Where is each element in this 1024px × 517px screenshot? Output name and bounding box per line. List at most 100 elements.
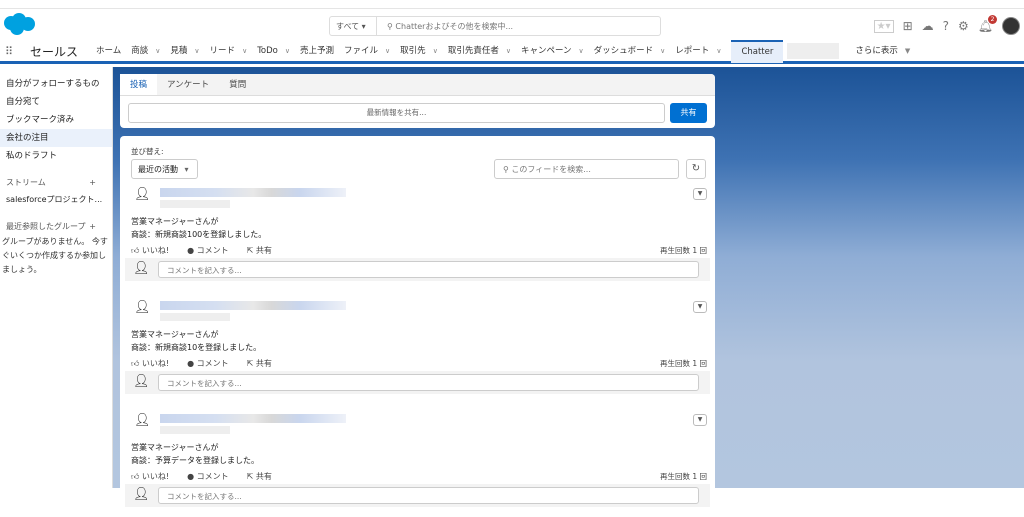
nav-bar: ⠿ セールス ホーム 商談 ∨ 見積 ∨ リード ∨ ToDo ∨ 売上予測 ファイル ∨ 取引先 ∨ 取引… (0, 39, 1024, 64)
notification-badge: 2 (988, 15, 997, 24)
feed-post: 👤︎ ▼ 営業マネージャーさんが 商談：新規商談10を登録しました。 👍︎ いい… (120, 299, 715, 404)
thumbs-up-icon: 👍︎ (131, 472, 140, 481)
user-avatar-icon[interactable]: 👤︎ (134, 186, 151, 204)
chevron-down-icon[interactable]: ∨ (716, 47, 721, 55)
favorites-star-icon[interactable]: ★▾ (873, 19, 894, 33)
sidebar-item[interactable]: 会社の注目 (0, 129, 112, 147)
stream-header: ストリーム + (0, 175, 112, 191)
add-group-icon[interactable]: + (89, 219, 96, 235)
view-count: 再生回数 1 回 (659, 472, 707, 481)
sidebar-item[interactable]: ブックマーク済み (0, 111, 112, 129)
share-update-input[interactable]: 最新情報を共有... (128, 103, 665, 123)
post-text[interactable]: 商談：新規商談100を登録しました。 (131, 229, 266, 240)
user-avatar-icon[interactable]: 👤︎ (134, 412, 151, 430)
nav-item[interactable]: 売上予測 (300, 40, 344, 63)
nav-item[interactable]: ホーム (96, 40, 131, 63)
chevron-down-icon[interactable]: ∨ (385, 47, 390, 55)
search-scope-select[interactable]: すべて ▾ (329, 16, 377, 36)
share-button[interactable]: 共有 (670, 103, 707, 123)
redacted-author[interactable] (160, 414, 346, 423)
nav-item[interactable]: 見積 ∨ (170, 40, 209, 63)
redacted-timestamp (160, 200, 230, 208)
app-launcher-icon[interactable]: ⠿ (5, 45, 19, 58)
user-avatar-icon[interactable]: 👤︎ (134, 299, 151, 317)
tab-post[interactable]: 投稿 (120, 74, 158, 95)
like-button[interactable]: 👍︎ いいね! (131, 245, 169, 256)
comment-row: 👤︎ コメントを記入する... (125, 258, 710, 281)
nav-item[interactable]: ファイル ∨ (344, 40, 400, 63)
chevron-down-icon[interactable]: ∨ (579, 47, 584, 55)
stream-item[interactable]: salesforceプロジェクト... (0, 191, 112, 209)
post-menu-button[interactable]: ▼ (693, 188, 707, 200)
tab-question[interactable]: 質問 (219, 74, 256, 95)
post-text: 営業マネージャーさんが (131, 443, 219, 452)
add-stream-icon[interactable]: + (89, 175, 96, 191)
sidebar-item[interactable]: 自分がフォローするもの (0, 75, 112, 93)
comment-input[interactable]: コメントを記入する... (158, 487, 699, 504)
nav-item[interactable]: 取引先責任者 ∨ (448, 40, 521, 63)
post-text[interactable]: 商談：新規商談10を登録しました。 (131, 342, 261, 353)
global-header: すべて ▾ ⚲ Chatterおよびその他を検索中... ★▾ ⊞ ☁ ? ⚙ … (0, 9, 1024, 41)
browser-strip (0, 0, 1024, 9)
help-icon[interactable]: ? (943, 19, 949, 33)
trailhead-icon[interactable]: ☁ (922, 19, 934, 33)
add-icon[interactable]: ⊞ (903, 19, 913, 33)
tab-poll[interactable]: アンケート (157, 74, 219, 95)
nav-item[interactable]: レポート ∨ (675, 40, 731, 63)
comment-button[interactable]: ● コメント (187, 245, 229, 256)
nav-item[interactable]: ダッシュボード ∨ (594, 40, 676, 63)
sort-select[interactable]: 最近の活動 ▾ (131, 159, 198, 179)
chevron-down-icon[interactable]: ∨ (285, 47, 290, 55)
nav-item[interactable]: ToDo ∨ (257, 40, 300, 63)
redacted-author[interactable] (160, 301, 346, 310)
comment-input[interactable]: コメントを記入する... (158, 261, 699, 278)
tab-chatter[interactable]: Chatter (731, 39, 784, 63)
feed-post: 👤︎ ▼ 営業マネージャーさんが 商談：予算データを登録しました。 👍︎ いいね… (120, 412, 715, 517)
chevron-down-icon[interactable]: ∨ (506, 47, 511, 55)
nav-item[interactable]: 商談 ∨ (131, 40, 170, 63)
global-search-input[interactable]: ⚲ Chatterおよびその他を検索中... (377, 16, 661, 36)
share-post-button[interactable]: ⇱ 共有 (247, 471, 272, 482)
feed-post: 👤︎ ▼ 営業マネージャーさんが 商談：新規商談100を登録しました。 👍︎ い… (120, 186, 715, 291)
post-text: 営業マネージャーさんが (131, 217, 219, 226)
refresh-button[interactable]: ↻ (686, 159, 706, 179)
comment-input[interactable]: コメントを記入する... (158, 374, 699, 391)
groups-empty-text: グループがありません。 今すぐいくつか作成するか参加しましょう。 (2, 237, 108, 274)
bell-icon[interactable]: 🔔︎ 2 (978, 15, 997, 33)
share-post-button[interactable]: ⇱ 共有 (247, 245, 272, 256)
nav-item[interactable]: リード ∨ (210, 40, 258, 63)
salesforce-logo[interactable] (2, 13, 36, 35)
user-avatar-icon: 👤︎ (133, 487, 150, 502)
like-button[interactable]: 👍︎ いいね! (131, 471, 169, 482)
post-menu-button[interactable]: ▼ (693, 301, 707, 313)
redacted-author[interactable] (160, 188, 346, 197)
chevron-down-icon[interactable]: ∨ (242, 47, 247, 55)
comment-button[interactable]: ● コメント (187, 358, 229, 369)
redacted-tab[interactable] (787, 43, 840, 59)
more-menu[interactable]: さらに表示 ▼ (855, 40, 920, 63)
redacted-timestamp (160, 313, 230, 321)
gear-icon[interactable]: ⚙ (958, 19, 969, 33)
comment-button[interactable]: ● コメント (187, 471, 229, 482)
feed: 並び替え: 最近の活動 ▾ ⚲ このフィードを検索... ↻ 👤︎ ▼ 営業マネ… (120, 136, 715, 507)
chevron-down-icon[interactable]: ∨ (155, 47, 160, 55)
post-text[interactable]: 商談：予算データを登録しました。 (131, 455, 259, 466)
comment-icon: ● (187, 246, 195, 255)
nav-item[interactable]: キャンペーン ∨ (521, 40, 594, 63)
sidebar-item[interactable]: 私のドラフト (0, 147, 112, 165)
nav-item[interactable]: 取引先 ∨ (400, 40, 448, 63)
comment-row: 👤︎ コメントを記入する... (125, 484, 710, 507)
avatar[interactable] (1002, 17, 1020, 35)
chevron-down-icon[interactable]: ∨ (194, 47, 199, 55)
user-avatar-icon: 👤︎ (133, 261, 150, 276)
post-menu-button[interactable]: ▼ (693, 414, 707, 426)
chevron-down-icon[interactable]: ∨ (433, 47, 438, 55)
chevron-down-icon[interactable]: ∨ (660, 47, 665, 55)
sidebar: 自分がフォローするもの 自分宛て ブックマーク済み 会社の注目 私のドラフト ストリーム… (0, 67, 113, 488)
feed-search-input[interactable]: ⚲ このフィードを検索... (494, 159, 679, 179)
sidebar-item[interactable]: 自分宛て (0, 93, 112, 111)
groups-header: 最近参照したグループ + (0, 219, 112, 235)
like-button[interactable]: 👍︎ いいね! (131, 358, 169, 369)
publisher: 投稿 アンケート 質問 最新情報を共有... 共有 (120, 74, 715, 128)
share-post-button[interactable]: ⇱ 共有 (247, 358, 272, 369)
